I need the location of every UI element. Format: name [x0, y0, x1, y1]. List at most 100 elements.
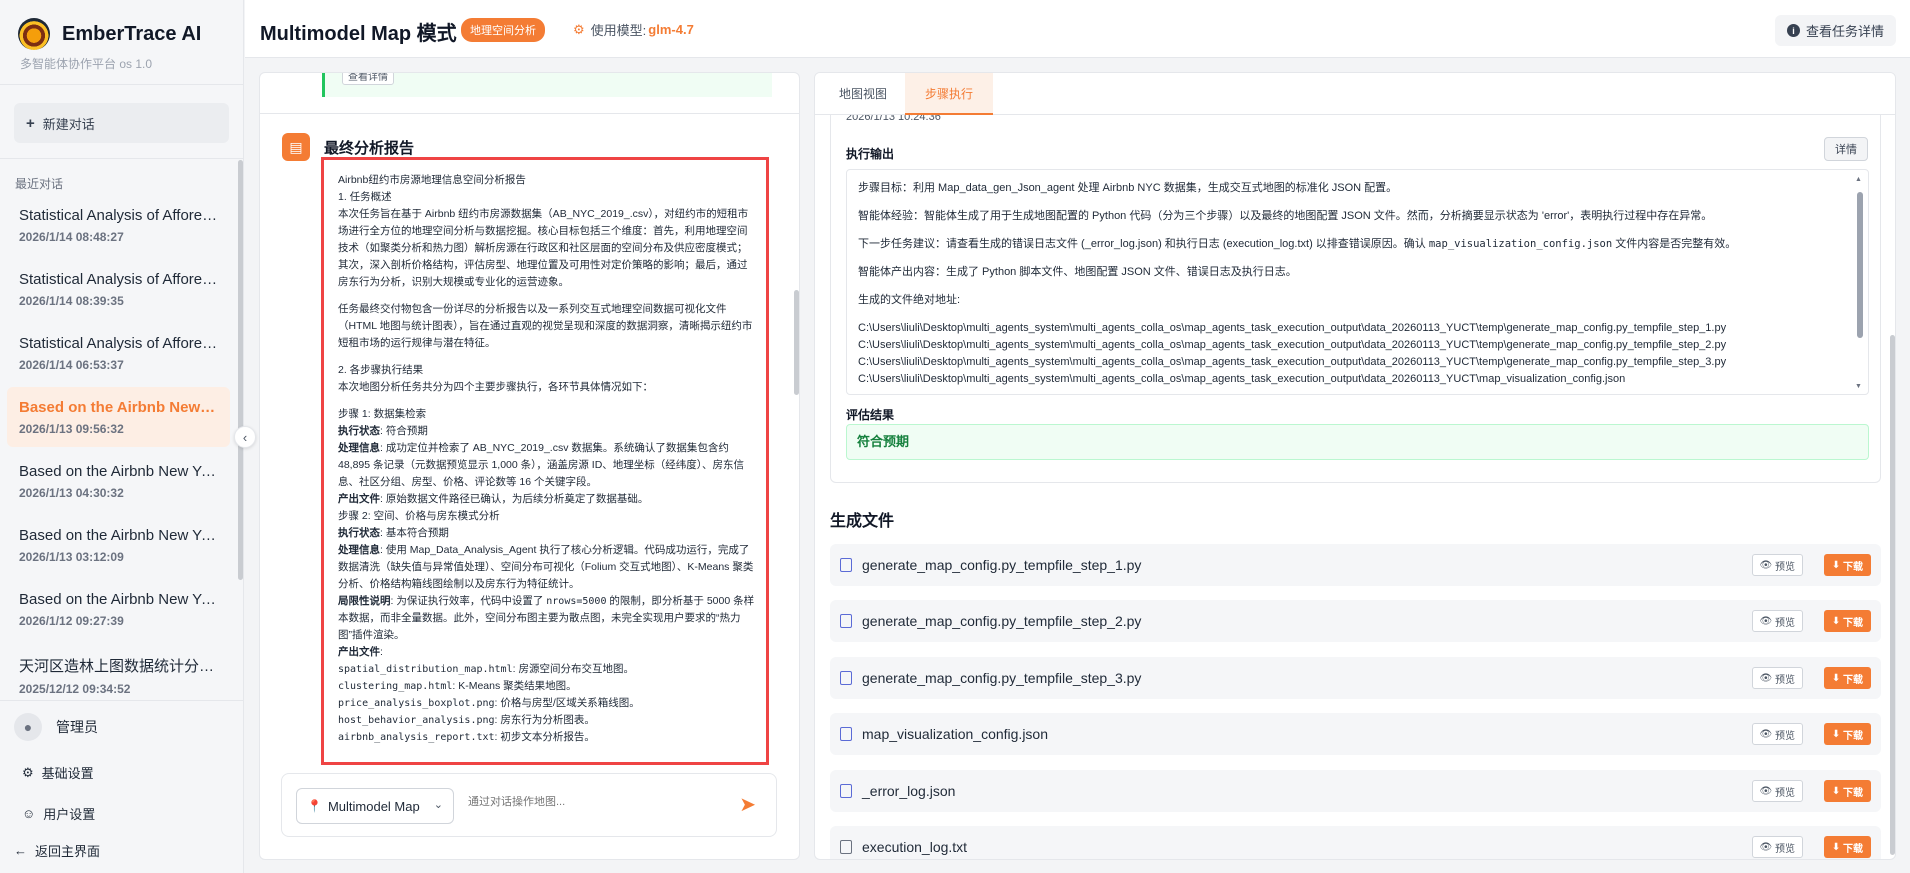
page-title: Multimodel Map 模式: [260, 23, 457, 45]
eye-icon: 👁: [1759, 785, 1775, 797]
conversation-time: 2026/1/14 08:39:35: [19, 294, 124, 308]
output-experience: 智能体经验：智能体生成了用于生成地图配置的 Python 代码（分为三个步骤）以…: [858, 210, 1713, 222]
output-file-item: clustering_map.html: K-Means 聚类结果地图。: [338, 680, 577, 692]
output-scrollbar[interactable]: ▲ ▼: [1854, 176, 1864, 390]
file-row: generate_map_config.py_tempfile_step_2.p…: [830, 600, 1881, 642]
conversation-time: 2026/1/12 09:27:39: [19, 614, 124, 628]
conversation-item[interactable]: Based on the Airbnb New York... 2026/1/1…: [7, 515, 230, 575]
new-chat-label: 新建对话: [42, 116, 95, 132]
tab-map-view[interactable]: 地图视图: [819, 73, 907, 115]
preview-button[interactable]: 👁 预览: [1751, 610, 1803, 632]
brand-logo-icon: [18, 18, 50, 50]
conversation-item[interactable]: Based on the Airbnb New York... 2026/1/1…: [7, 579, 230, 639]
conversation-item[interactable]: 天河区造林上图数据统计分析及... 2025/12/12 09:34:52: [7, 643, 230, 695]
header: Multimodel Map 模式 地理空间分析 ⚙ 使用模型: glm-4.7…: [245, 0, 1910, 58]
preview-label: 预览: [1775, 617, 1795, 629]
tab-step-execution[interactable]: 步骤执行: [905, 73, 994, 115]
file-name: _error_log.json: [862, 783, 956, 799]
output-produced: 智能体产出内容：生成了 Python 脚本文件、地图配置 JSON 文件、错误日…: [858, 266, 1297, 278]
conversation-item[interactable]: Statistical Analysis of Afforestation...…: [7, 259, 230, 319]
download-button[interactable]: ⬇ 下载: [1823, 610, 1871, 632]
download-icon: ⬇: [1831, 615, 1843, 627]
map-pin-icon: 📍: [307, 799, 322, 813]
download-icon: ⬇: [1831, 841, 1843, 853]
model-label: 使用模型:: [590, 23, 647, 38]
step-heading: 步骤 1: 数据集检索: [338, 408, 427, 420]
sidebar-scrollbar[interactable]: [238, 160, 243, 580]
divider: [0, 158, 244, 159]
code-file-icon: [840, 614, 852, 628]
preview-button[interactable]: 👁 预览: [1751, 554, 1803, 576]
view-task-detail-button[interactable]: i 查看任务详情: [1774, 15, 1896, 46]
conversation-item[interactable]: Statistical Analysis of Afforestation...…: [7, 195, 230, 255]
download-icon: ⬇: [1831, 672, 1843, 684]
text-file-icon: [840, 840, 852, 854]
chat-scrollbar[interactable]: [794, 290, 799, 395]
conversation-item-active[interactable]: Based on the Airbnb New York... 2026/1/1…: [7, 387, 230, 447]
step-status: 执行状态: 基本符合预期: [338, 527, 449, 539]
conversation-item[interactable]: Statistical Analysis of Afforestation...…: [7, 323, 230, 383]
report-paragraph: 本次地图分析任务共分为四个主要步骤执行，各环节具体情况如下：: [338, 381, 653, 393]
chat-input[interactable]: [468, 796, 708, 808]
download-label: 下载: [1843, 730, 1863, 742]
brand: EmberTrace AI: [18, 18, 201, 50]
report-section-1: 1. 任务概述: [338, 191, 392, 203]
download-button[interactable]: ⬇ 下载: [1823, 554, 1871, 576]
conversation-title: Based on the Airbnb New York...: [19, 591, 218, 608]
divider: [0, 84, 244, 85]
admin-user[interactable]: ● 管理员: [14, 713, 98, 741]
report-title: 最终分析报告: [324, 140, 415, 157]
user-settings-link[interactable]: ☺ 用户设置: [22, 804, 95, 823]
eye-icon: 👁: [1759, 615, 1775, 627]
exec-output-box: 步骤目标：利用 Map_data_gen_Json_agent 处理 Airbn…: [846, 169, 1869, 395]
conversation-item[interactable]: Based on the Airbnb New York... 2026/1/1…: [7, 451, 230, 511]
download-label: 下载: [1843, 787, 1863, 799]
preview-label: 预览: [1775, 561, 1795, 573]
step-heading: 步骤 2: 空间、价格与房东模式分析: [338, 510, 500, 522]
step-info: 处理信息: 成功定位并检索了 AB_NYC_2019_.csv 数据集。系统确认…: [338, 442, 745, 488]
download-button[interactable]: ⬇ 下载: [1823, 836, 1871, 858]
download-button[interactable]: ⬇ 下载: [1823, 667, 1871, 689]
scroll-thumb[interactable]: [1857, 192, 1863, 338]
basic-settings-link[interactable]: ⚙ 基础设置: [22, 763, 94, 782]
user-avatar-icon: ●: [14, 713, 42, 741]
recent-conversations-label: 最近对话: [15, 177, 64, 191]
preview-button[interactable]: 👁 预览: [1751, 667, 1803, 689]
mode-select[interactable]: 📍 Multimodel Map ⌄: [296, 788, 454, 824]
send-icon[interactable]: ➤: [739, 792, 756, 817]
view-tabs: 地图视图 步骤执行: [815, 73, 1895, 115]
new-chat-button[interactable]: + 新建对话: [14, 103, 229, 143]
chat-input-area: 📍 Multimodel Map ⌄ ➤: [281, 773, 777, 837]
detail-button[interactable]: 详情: [1824, 137, 1868, 161]
preview-button[interactable]: 👁 预览: [1751, 723, 1803, 745]
output-file-item: airbnb_analysis_report.txt: 初步文本分析报告。: [338, 731, 595, 743]
file-name: generate_map_config.py_tempfile_step_1.p…: [862, 557, 1142, 573]
code-file-icon: [840, 727, 852, 741]
download-button[interactable]: ⬇ 下载: [1823, 723, 1871, 745]
preview-label: 预览: [1775, 787, 1795, 799]
eye-icon: 👁: [1759, 728, 1775, 740]
preview-button[interactable]: 👁 预览: [1751, 836, 1803, 858]
view-task-detail-label: 查看任务详情: [1805, 24, 1884, 39]
mode-badge: 地理空间分析: [461, 18, 545, 42]
report-paragraph: 本次任务旨在基于 Airbnb 纽约市房源数据集（AB_NYC_2019_.cs…: [338, 208, 749, 288]
download-button[interactable]: ⬇ 下载: [1823, 780, 1871, 802]
download-label: 下载: [1843, 674, 1863, 686]
user-settings-label: 用户设置: [43, 807, 96, 822]
info-icon: i: [1786, 24, 1800, 37]
step-info: 处理信息: 使用 Map_Data_Analysis_Agent 执行了核心分析…: [338, 544, 754, 590]
back-main-link[interactable]: ← 返回主界面: [14, 841, 100, 860]
scroll-up-icon[interactable]: ▲: [1855, 176, 1862, 183]
preview-button[interactable]: 👁 预览: [1751, 780, 1803, 802]
file-row: generate_map_config.py_tempfile_step_3.p…: [830, 657, 1881, 699]
collapse-sidebar-button[interactable]: ‹: [234, 426, 256, 448]
generated-files-title: 生成文件: [830, 513, 895, 530]
eye-icon: 👁: [1759, 559, 1775, 571]
file-name: generate_map_config.py_tempfile_step_3.p…: [862, 670, 1142, 686]
scroll-down-icon[interactable]: ▼: [1855, 383, 1862, 390]
model-value: glm-4.7: [648, 22, 694, 37]
output-file-item: spatial_distribution_map.html: 房源空间分布交互地…: [338, 663, 634, 675]
view-detail-label: 查看详情: [348, 72, 388, 83]
view-detail-button[interactable]: 查看详情: [342, 72, 394, 85]
right-panel-scrollbar[interactable]: [1890, 335, 1895, 855]
